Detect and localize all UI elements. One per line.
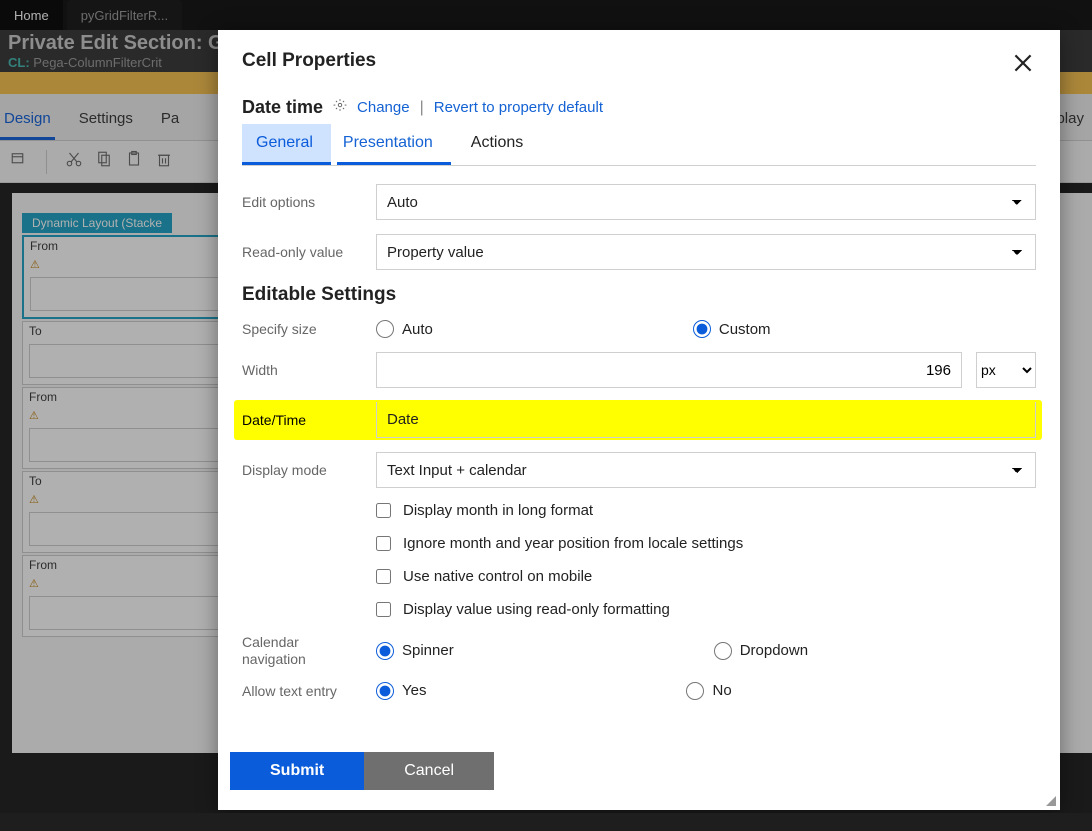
check-long-month-label: Display month in long format [403, 502, 593, 519]
width-input[interactable] [376, 352, 962, 388]
submit-button[interactable]: Submit [230, 752, 364, 790]
specify-size-label: Specify size [242, 321, 362, 337]
check-long-month[interactable] [376, 503, 391, 518]
change-link[interactable]: Change [357, 99, 410, 116]
readonly-label: Read-only value [242, 244, 362, 260]
display-mode-select[interactable]: Text Input + calendar [376, 452, 1036, 488]
datetime-select[interactable]: Date [376, 402, 1036, 438]
tab-actions[interactable]: Actions [465, 124, 541, 165]
property-type: Date time [242, 97, 323, 118]
revert-link[interactable]: Revert to property default [434, 99, 603, 116]
calnav-dropdown-text: Dropdown [740, 642, 808, 659]
cell-properties-modal: Cell Properties Date time Change | Rever… [218, 30, 1060, 810]
tab-presentation[interactable]: Presentation [337, 124, 451, 165]
calnav-dropdown-option[interactable]: Dropdown [714, 642, 808, 660]
calnav-dropdown-radio[interactable] [714, 642, 732, 660]
calnav-spinner-text: Spinner [402, 642, 454, 659]
allowtext-no-text: No [712, 682, 731, 699]
size-custom-radio[interactable] [693, 320, 711, 338]
edit-options-label: Edit options [242, 194, 362, 210]
size-custom-text: Custom [719, 321, 771, 338]
close-button[interactable] [1010, 50, 1036, 81]
modal-tabs: General Presentation Actions [242, 124, 1036, 166]
edit-options-select[interactable]: Auto [376, 184, 1036, 220]
check-native-mobile-label: Use native control on mobile [403, 568, 592, 585]
allowtext-yes-radio[interactable] [376, 682, 394, 700]
allowtext-yes-option[interactable]: Yes [376, 682, 426, 700]
check-native-mobile[interactable] [376, 569, 391, 584]
allowtext-no-option[interactable]: No [686, 682, 731, 700]
allow-text-label: Allow text entry [242, 683, 362, 699]
check-ignore-locale[interactable] [376, 536, 391, 551]
property-breadcrumb: Date time Change | Revert to property de… [242, 97, 1036, 118]
crumb-separator: | [420, 99, 424, 117]
size-auto-option[interactable]: Auto [376, 320, 433, 338]
size-auto-radio[interactable] [376, 320, 394, 338]
datetime-label: Date/Time [242, 412, 362, 428]
check-readonly-format[interactable] [376, 602, 391, 617]
allowtext-yes-text: Yes [402, 682, 426, 699]
calnav-spinner-option[interactable]: Spinner [376, 642, 454, 660]
editable-settings-heading: Editable Settings [242, 284, 1036, 306]
tab-general[interactable]: General [242, 124, 331, 165]
display-mode-label: Display mode [242, 462, 362, 478]
size-custom-option[interactable]: Custom [693, 320, 771, 338]
allowtext-no-radio[interactable] [686, 682, 704, 700]
modal-title: Cell Properties [242, 50, 376, 72]
check-readonly-format-label: Display value using read-only formatting [403, 601, 670, 618]
check-ignore-locale-label: Ignore month and year position from loca… [403, 535, 743, 552]
calendar-nav-label: Calendar navigation [242, 634, 362, 668]
cancel-button[interactable]: Cancel [364, 752, 494, 790]
size-auto-text: Auto [402, 321, 433, 338]
width-label: Width [242, 362, 362, 378]
width-unit-select[interactable]: px [976, 352, 1036, 388]
resize-handle[interactable] [1042, 792, 1056, 806]
calnav-spinner-radio[interactable] [376, 642, 394, 660]
statusbar [0, 813, 1092, 831]
readonly-select[interactable]: Property value [376, 234, 1036, 270]
gear-icon[interactable] [333, 98, 347, 117]
